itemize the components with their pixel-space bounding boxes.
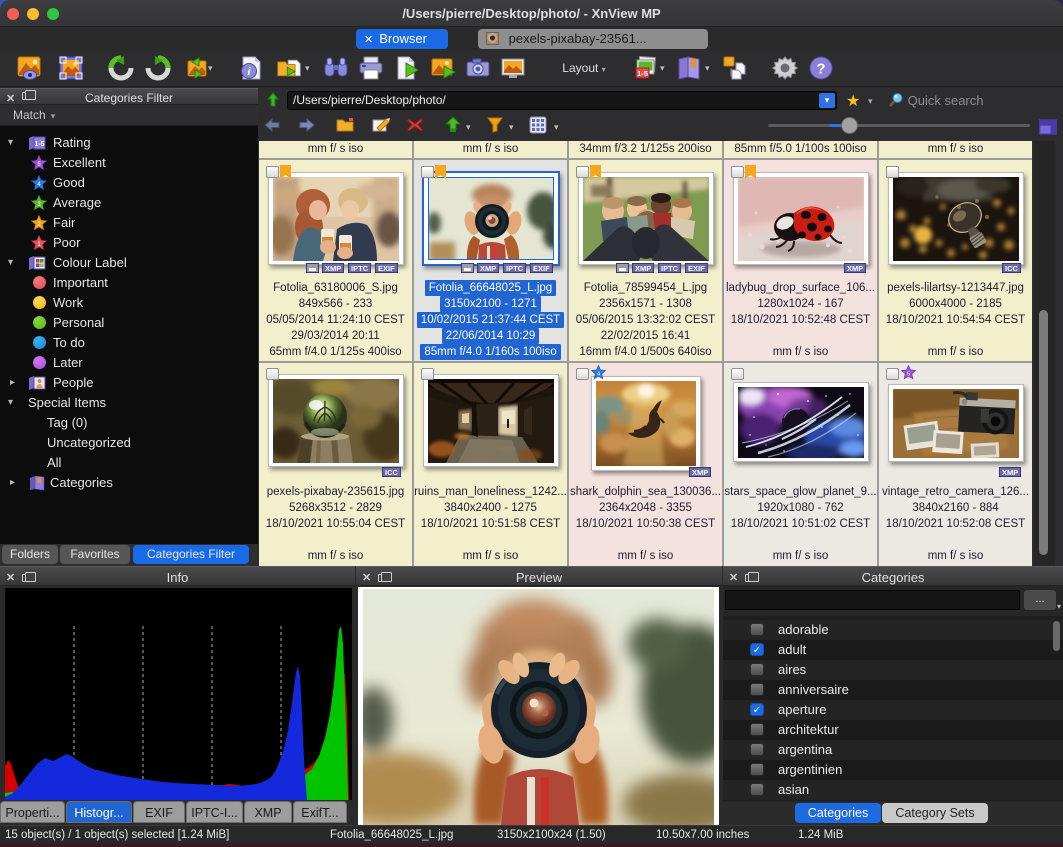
svg-text:4: 4: [597, 371, 600, 377]
svg-text:1-5: 1-5: [34, 141, 44, 148]
svg-text:?: ?: [816, 61, 825, 78]
svg-text:5: 5: [907, 371, 910, 377]
svg-text:1-5: 1-5: [637, 69, 648, 78]
